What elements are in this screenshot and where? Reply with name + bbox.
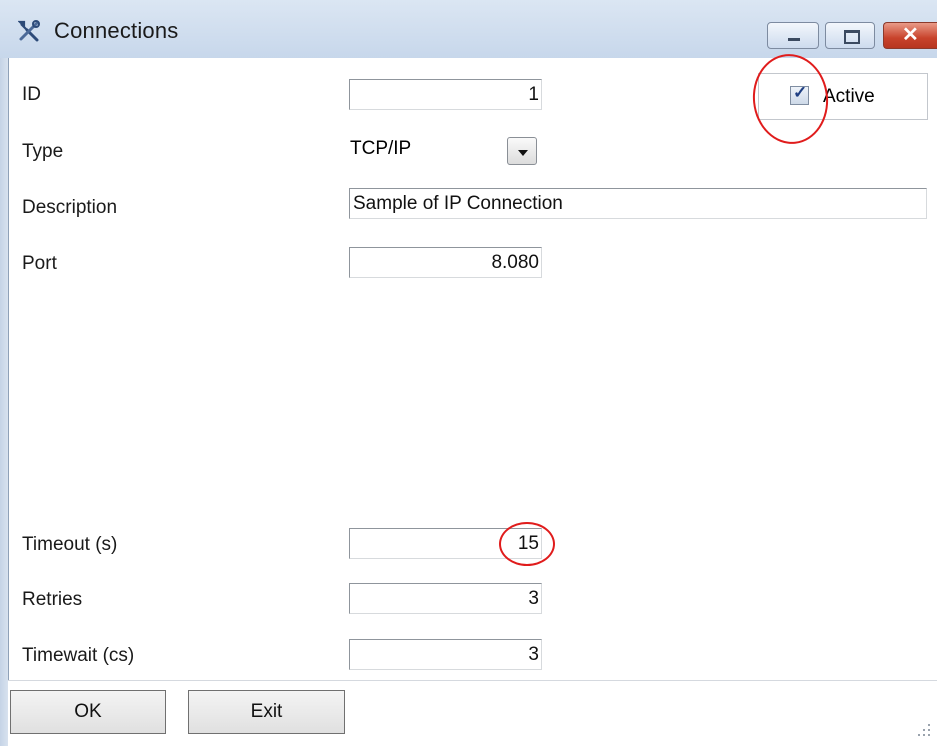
connections-window: Connections ✕ ID 1 ✓ Active Type TCP/IP … <box>0 0 937 746</box>
minimize-icon <box>788 38 800 41</box>
description-field[interactable]: Sample of IP Connection <box>349 188 927 219</box>
id-label: ID <box>22 84 41 105</box>
retries-label: Retries <box>22 589 83 610</box>
retries-field[interactable]: 3 <box>349 583 542 614</box>
chevron-down-icon <box>518 150 528 156</box>
port-label: Port <box>22 253 57 274</box>
maximize-button[interactable] <box>825 22 875 49</box>
resize-grip-icon[interactable] <box>916 724 932 740</box>
timewait-field[interactable]: 3 <box>349 639 542 670</box>
window-title: Connections <box>54 18 179 43</box>
type-label: Type <box>22 141 64 162</box>
description-label: Description <box>22 197 118 218</box>
id-field[interactable]: 1 <box>349 79 542 110</box>
close-icon: ✕ <box>902 24 919 46</box>
type-select-value: TCP/IP <box>350 138 412 159</box>
timewait-label: Timewait (cs) <box>22 645 135 666</box>
exit-button[interactable]: Exit <box>188 690 345 734</box>
annotation-circle-timeout <box>499 522 555 566</box>
dropdown-button[interactable] <box>507 137 537 165</box>
port-field[interactable]: 8.080 <box>349 247 542 278</box>
close-button[interactable]: ✕ <box>883 22 937 49</box>
minimize-button[interactable] <box>767 22 819 49</box>
maximize-icon <box>844 30 860 44</box>
ok-button[interactable]: OK <box>10 690 166 734</box>
button-bar-divider <box>8 680 937 681</box>
type-select[interactable]: TCP/IP <box>349 135 540 168</box>
window-border <box>0 58 8 746</box>
active-label[interactable]: Active <box>823 86 875 108</box>
tools-icon <box>18 20 40 42</box>
title-bar[interactable]: Connections ✕ <box>0 0 937 58</box>
timeout-label: Timeout (s) <box>22 534 118 555</box>
